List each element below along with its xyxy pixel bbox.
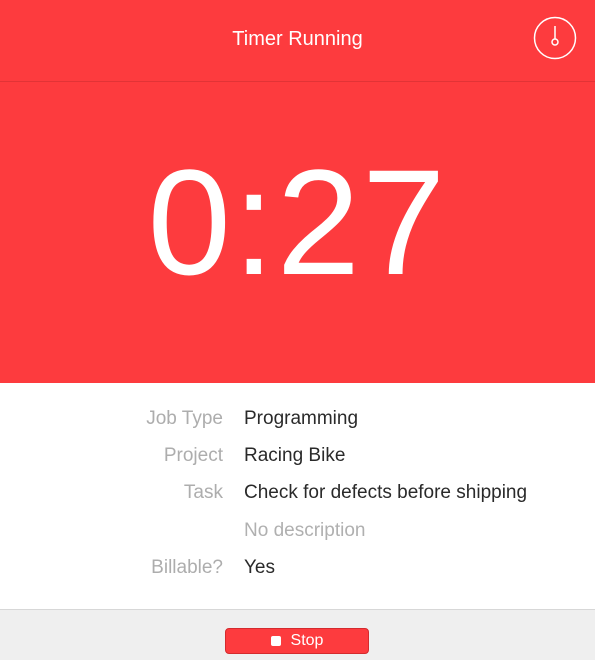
timer-panel: 0:27	[0, 82, 595, 383]
billable-label: Billable?	[151, 557, 223, 578]
entry-details: Job Type Programming Project Racing Bike…	[0, 383, 595, 609]
detail-row-job-type: Job Type Programming	[0, 407, 595, 431]
stop-button[interactable]: Stop	[225, 628, 369, 654]
detail-row-description: No description	[0, 519, 595, 543]
header-bar: Timer Running	[0, 0, 595, 82]
stop-label: Stop	[290, 632, 324, 649]
task-value: Check for defects before shipping	[244, 482, 528, 503]
project-value: Racing Bike	[244, 445, 346, 466]
detail-row-project: Project Racing Bike	[0, 444, 595, 468]
task-label: Task	[183, 482, 223, 503]
job-type-value: Programming	[244, 408, 359, 429]
project-label: Project	[163, 445, 223, 466]
stop-square-icon	[270, 636, 281, 646]
detail-row-billable: Billable? Yes	[0, 556, 595, 580]
elapsed-time: 0:27	[147, 138, 448, 306]
detail-row-task: Task Check for defects before shipping	[0, 481, 595, 505]
job-type-label: Job Type	[146, 408, 223, 429]
stopwatch-icon[interactable]	[533, 16, 577, 60]
description-value: No description	[244, 520, 366, 541]
page-title: Timer Running	[232, 28, 363, 50]
billable-value: Yes	[244, 557, 275, 578]
footer-bar: Stop	[0, 609, 595, 660]
